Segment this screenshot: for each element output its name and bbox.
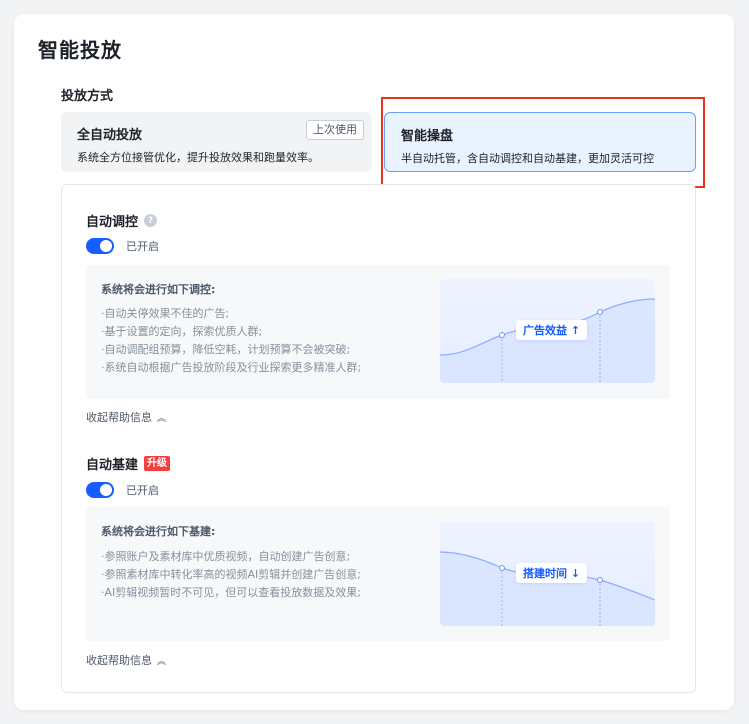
build-time-down-tag: 搭建时间 ↓ (516, 563, 588, 583)
auto-build-label: 自动基建 (86, 458, 139, 473)
collapse-label: 收起帮助信息 (86, 654, 152, 667)
benefit-up-tag: 广告效益 ↑ (516, 320, 588, 340)
collapse-help-link[interactable]: 收起帮助信息 ︽ (86, 652, 166, 668)
auto-build-toggle[interactable] (86, 482, 114, 498)
list-item: ·参照素材库中转化率高的视频AI剪辑并创建广告创意; (101, 568, 361, 581)
auto-control-title: 自动调控 ? (86, 211, 158, 230)
question-circle-icon[interactable]: ? (144, 214, 158, 227)
info-list: ·参照账户及素材库中优质视频，自动创建广告创意; ·参照素材库中转化率高的视频A… (101, 548, 361, 602)
info-list: ·自动关停效果不佳的广告; ·基于设置的定向，探索优质人群; ·自动调配组预算，… (101, 305, 361, 377)
last-used-badge: 上次使用 (306, 120, 364, 140)
auto-build-title: 自动基建 升级 (86, 454, 171, 473)
auto-control-info-box: 系统将会进行如下调控: ·自动关停效果不佳的广告; ·基于设置的定向，探索优质人… (86, 265, 670, 399)
mode-title: 全自动投放 (77, 128, 143, 143)
build-time-chart: 搭建时间 ↓ (440, 522, 655, 626)
page-title: 智能投放 (38, 38, 122, 62)
list-item: ·基于设置的定向，探索优质人群; (101, 325, 263, 338)
list-item: ·AI剪辑视频暂时不可见，但可以查看投放数据及效果; (101, 586, 361, 599)
mode-card-smart-operation[interactable]: 智能操盘 半自动托管，含自动调控和自动基建，更加灵活可控 (384, 112, 696, 172)
delivery-mode-label: 投放方式 (61, 89, 114, 104)
info-heading: 系统将会进行如下基建: (101, 525, 216, 538)
collapse-label: 收起帮助信息 (86, 411, 152, 424)
list-item: ·自动关停效果不佳的广告; (101, 307, 230, 320)
upgrade-badge: 升级 (144, 456, 171, 471)
auto-control-toggle-row: 已开启 (86, 238, 159, 254)
auto-control-toggle[interactable] (86, 238, 114, 254)
toggle-knob (100, 484, 112, 496)
auto-control-label: 自动调控 (86, 215, 139, 230)
smart-delivery-card: 智能投放 投放方式 全自动投放 上次使用 系统全方位接管优化，提升投放效果和跑量… (14, 14, 734, 710)
double-chevron-up-icon: ︽ (157, 656, 167, 667)
settings-panel: 自动调控 ? 已开启 系统将会进行如下调控: ·自动关停效果不佳的广告; ·基于… (61, 184, 696, 693)
double-chevron-up-icon: ︽ (157, 413, 167, 424)
toggle-status: 已开启 (126, 484, 159, 497)
collapse-help-link[interactable]: 收起帮助信息 ︽ (86, 409, 166, 425)
list-item: ·自动调配组预算，降低空耗，计划预算不会被突破; (101, 343, 351, 356)
info-heading: 系统将会进行如下调控: (101, 283, 216, 296)
mode-title: 智能操盘 (401, 129, 454, 144)
auto-build-info-box: 系统将会进行如下基建: ·参照账户及素材库中优质视频，自动创建广告创意; ·参照… (86, 507, 670, 641)
toggle-status: 已开启 (126, 240, 159, 253)
toggle-knob (100, 240, 112, 252)
mode-description: 系统全方位接管优化，提升投放效果和跑量效率。 (77, 151, 319, 164)
benefit-trend-chart: 广告效益 ↑ (440, 279, 655, 383)
list-item: ·参照账户及素材库中优质视频，自动创建广告创意; (101, 550, 351, 563)
auto-build-toggle-row: 已开启 (86, 482, 159, 498)
mode-card-full-auto[interactable]: 全自动投放 上次使用 系统全方位接管优化，提升投放效果和跑量效率。 (61, 112, 372, 172)
mode-description: 半自动托管，含自动调控和自动基建，更加灵活可控 (401, 152, 654, 165)
list-item: ·系统自动根据广告投放阶段及行业探索更多精准人群; (101, 361, 362, 374)
